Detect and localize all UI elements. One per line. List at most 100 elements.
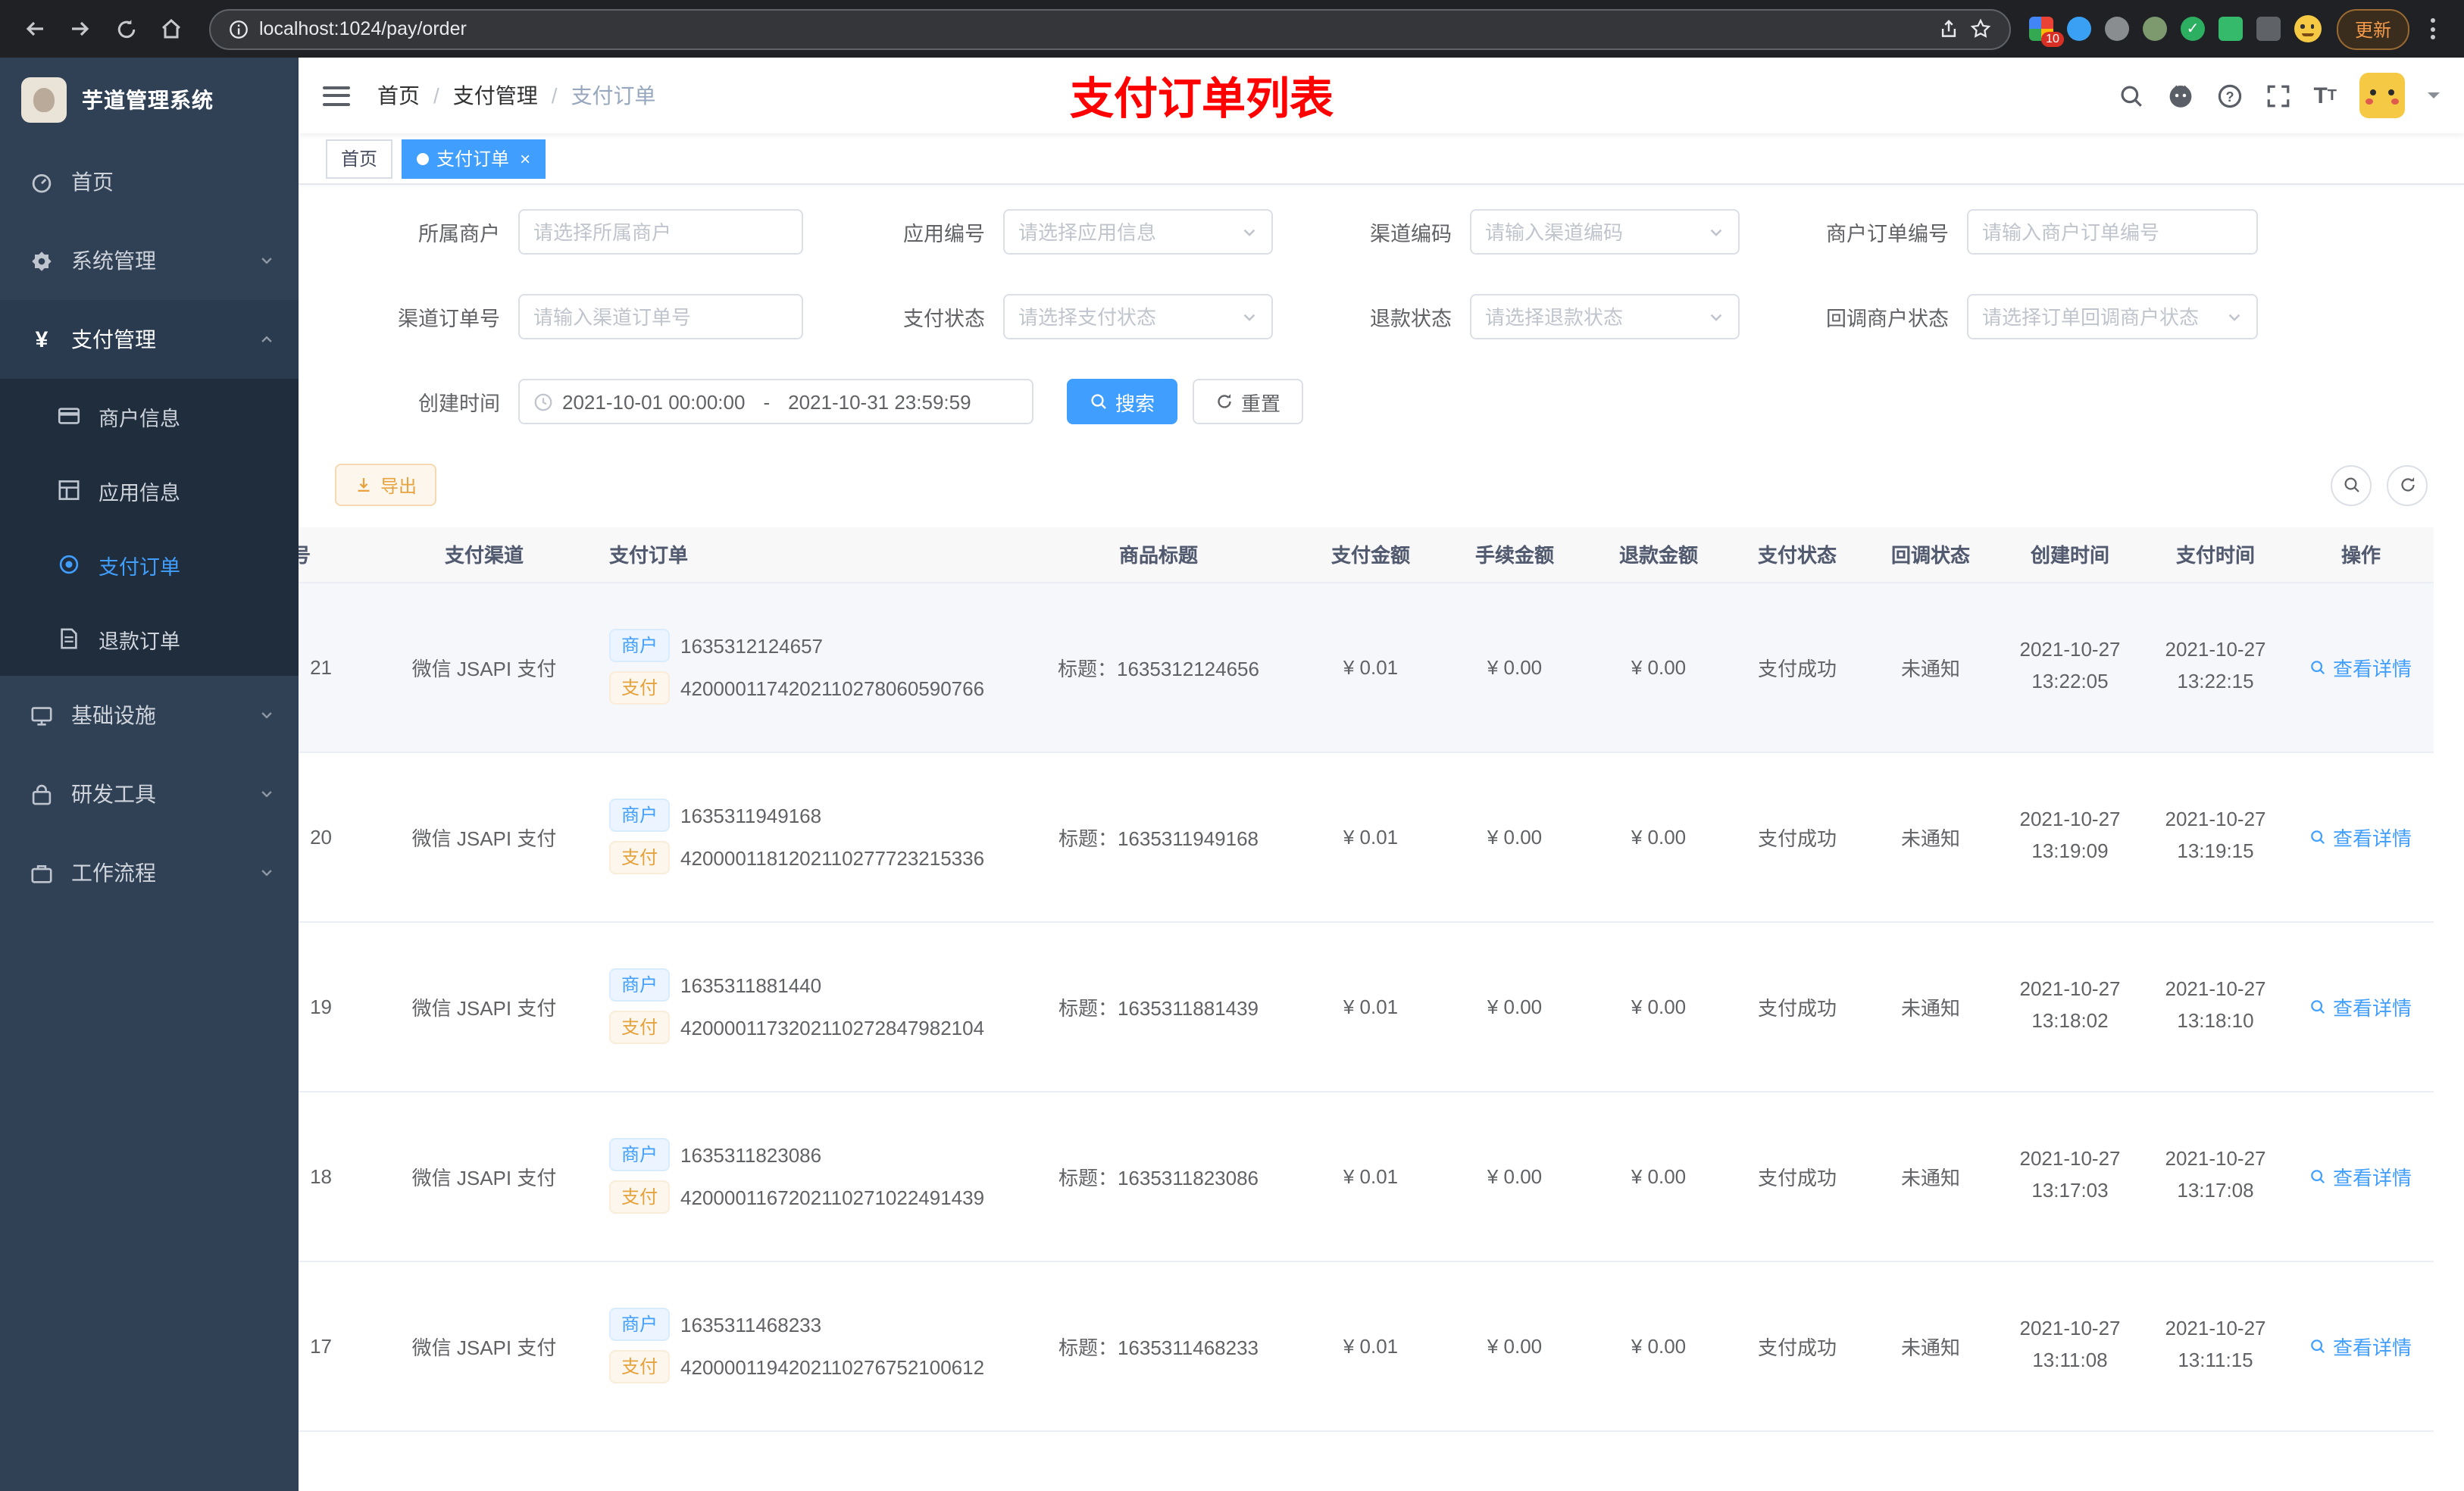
sidebar-item-infra[interactable]: 基础设施 (0, 676, 299, 755)
sidebar-item-label: 退款订单 (98, 630, 180, 652)
view-detail-link[interactable]: 查看详情 (2310, 1331, 2412, 1360)
cell-create-time: 2021-10-27 13:19:09 (1997, 752, 2143, 922)
channel-code-select[interactable] (1470, 209, 1740, 255)
cell-create-time: 2021-10-27 13:22:05 (1997, 582, 2143, 752)
sidebar-item-pay[interactable]: ¥ 支付管理 (0, 300, 299, 379)
bookmark-star-icon[interactable] (1970, 18, 1991, 39)
filter-field-merchant-order-no: 商户订单编号 (1740, 209, 2258, 255)
cell-title: 标题：1635311823086 (1018, 1091, 1299, 1261)
sidebar-item-devtools[interactable]: 研发工具 (0, 755, 299, 833)
cell-notify: 未通知 (1864, 752, 1997, 922)
clock-icon (533, 392, 553, 411)
sidebar-item-system[interactable]: 系统管理 (0, 221, 299, 300)
font-size-icon[interactable]: TT (2313, 83, 2337, 108)
extension-icon-olive[interactable] (2142, 17, 2167, 41)
extension-icon-chat[interactable] (2218, 17, 2243, 41)
refresh-icon[interactable] (2387, 464, 2428, 505)
export-button[interactable]: 导出 (335, 464, 437, 506)
breadcrumb-home[interactable]: 首页 (377, 80, 420, 111)
merchant-no: 1635311881440 (680, 974, 822, 996)
cell-create-time: 2021-10-27 13:11:08 (1997, 1261, 2143, 1431)
user-avatar[interactable] (2359, 73, 2405, 118)
site-info-icon[interactable] (229, 19, 249, 39)
avatar-dropdown-caret[interactable] (2428, 92, 2440, 105)
close-icon[interactable]: × (520, 149, 530, 167)
sidebar-item-pay-order[interactable]: 支付订单 (0, 527, 299, 602)
sidebar-item-refund-order[interactable]: 退款订单 (0, 602, 299, 676)
pay-no: 4200001167202110271022491439 (680, 1186, 985, 1208)
url-bar[interactable]: localhost:1024/pay/order (209, 8, 2011, 49)
sidebar-item-workflow[interactable]: 工作流程 (0, 833, 299, 912)
sidebar-item-merchant-info[interactable]: 商户信息 (0, 379, 299, 453)
create-time-range-picker[interactable]: 2021-10-01 00:00:00 - 2021-10-31 23:59:5… (518, 379, 1033, 424)
table-row: 19 微信 JSAPI 支付 商户 1635311881440 支付 4200001… (299, 921, 2434, 1092)
filter-row-3: 创建时间 2021-10-01 00:00:00 - 2021-10-31 23… (344, 379, 2464, 424)
browser-forward-icon[interactable] (61, 9, 100, 48)
briefcase-icon (30, 861, 53, 884)
help-icon[interactable]: ? (2216, 83, 2242, 108)
url-text: localhost:1024/pay/order (259, 18, 467, 39)
cell-order: 商户 1635311468233 支付 4200001194202110276752… (594, 1261, 1018, 1431)
lock-icon (30, 783, 53, 805)
share-icon[interactable] (1938, 18, 1959, 39)
sidebar-item-app-info[interactable]: 应用信息 (0, 453, 299, 527)
cell-id: 20 (299, 752, 374, 922)
filter-field-pay-status: 支付状态 (803, 294, 1273, 339)
pay-no: 4200001174202110278060590766 (680, 677, 985, 699)
cell-pay-time: 2021-10-27 13:19:15 (2143, 752, 2288, 922)
sidebar-collapse-icon[interactable] (323, 86, 350, 105)
field-label: 应用编号 (903, 223, 985, 245)
sidebar-item-home[interactable]: 首页 (0, 142, 299, 221)
view-detail-link[interactable]: 查看详情 (2310, 1161, 2412, 1190)
browser-menu-icon[interactable] (2422, 18, 2443, 39)
sidebar: 芋道管理系统 首页 系统管理 ¥ 支付管理 商户信息 应用信息 支付订单 退款订… (0, 58, 299, 1491)
github-icon[interactable] (2166, 82, 2194, 109)
extensions-puzzle-icon[interactable] (2256, 17, 2281, 41)
merchant-no: 1635311823086 (680, 1143, 822, 1166)
search-button[interactable]: 搜索 (1067, 379, 1178, 424)
navbar-actions: ? TT (2118, 73, 2440, 118)
cell-actions: 查看详情 (2288, 752, 2434, 922)
search-icon[interactable] (2118, 83, 2143, 108)
reset-button[interactable]: 重置 (1193, 379, 1304, 424)
dashboard-icon (30, 170, 53, 193)
merchant-order-no-input[interactable] (1967, 209, 2258, 255)
toggle-search-icon[interactable] (2331, 464, 2372, 505)
extension-icon-drop[interactable] (2066, 17, 2091, 41)
filter-field-create-time: 创建时间 2021-10-01 00:00:00 - 2021-10-31 23… (344, 379, 1033, 424)
refund-status-select[interactable] (1470, 294, 1740, 339)
cell-id: 21 (299, 582, 374, 752)
document-icon (58, 627, 80, 650)
extension-icon-gray[interactable] (2104, 17, 2129, 41)
view-detail-link[interactable]: 查看详情 (2310, 652, 2412, 681)
extension-icon-check[interactable]: ✓ (2180, 17, 2205, 41)
browser-update-button[interactable]: 更新 (2336, 8, 2409, 49)
cell-channel: 微信 JSAPI 支付 (374, 1261, 594, 1431)
chevron-down-icon (1708, 223, 1724, 240)
pay-status-select[interactable] (1003, 294, 1273, 339)
cell-fee: ¥ 0.00 (1443, 1091, 1587, 1261)
app-select[interactable] (1003, 209, 1273, 255)
cell-order: 商户 1635312124657 支付 4200001174202110278060… (594, 582, 1018, 752)
sidebar-logo-row[interactable]: 芋道管理系统 (0, 58, 299, 142)
tab-pay-order[interactable]: 支付订单 × (402, 139, 546, 178)
field-label: 创建时间 (418, 392, 500, 415)
notify-status-select[interactable] (1967, 294, 2258, 339)
view-detail-link[interactable]: 查看详情 (2310, 992, 2412, 1021)
fullscreen-icon[interactable] (2265, 83, 2290, 108)
cell-id (299, 1430, 374, 1491)
chevron-down-icon (1241, 223, 1258, 240)
browser-reload-icon[interactable] (106, 9, 145, 48)
browser-back-icon[interactable] (15, 9, 55, 48)
col-channel: 支付渠道 (374, 527, 594, 583)
extension-icon-colorful[interactable]: 10 (2028, 17, 2064, 47)
tags-view-bar: 首页 支付订单 × (299, 133, 2464, 185)
browser-home-icon[interactable] (152, 9, 191, 48)
cell-channel: 微信 JSAPI 支付 (374, 921, 594, 1092)
view-detail-link[interactable]: 查看详情 (2310, 822, 2412, 851)
browser-profile-avatar[interactable] (2294, 15, 2322, 42)
tab-home[interactable]: 首页 (326, 139, 393, 178)
merchant-select[interactable] (518, 209, 803, 255)
channel-order-no-input[interactable] (518, 294, 803, 339)
breadcrumb-section[interactable]: 支付管理 (453, 80, 538, 111)
